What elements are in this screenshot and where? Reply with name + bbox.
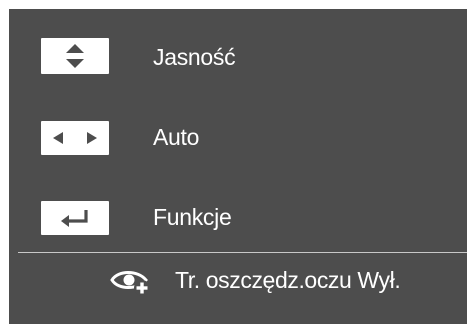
up-down-arrows-icon [41,38,109,74]
menu-item-label: Jasność [153,44,236,70]
menu-item-brightness[interactable]: Jasność [9,26,467,86]
menu-item-label: Auto [153,124,200,150]
enter-return-icon [41,201,109,235]
left-right-arrows-icon [41,121,109,155]
menu-item-label: Funkcje [153,204,232,230]
divider [18,252,467,253]
menu-item-functions[interactable]: Funkcje [9,186,467,246]
eye-saver-icon [108,264,156,298]
osd-menu-panel: Jasność Auto Funkcje Tr. oszczędz.oczu W… [9,9,467,324]
eye-saver-status: Tr. oszczędz.oczu Wył. [108,258,467,302]
eye-saver-status-text: Tr. oszczędz.oczu Wył. [175,267,401,293]
menu-item-auto[interactable]: Auto [9,106,467,166]
